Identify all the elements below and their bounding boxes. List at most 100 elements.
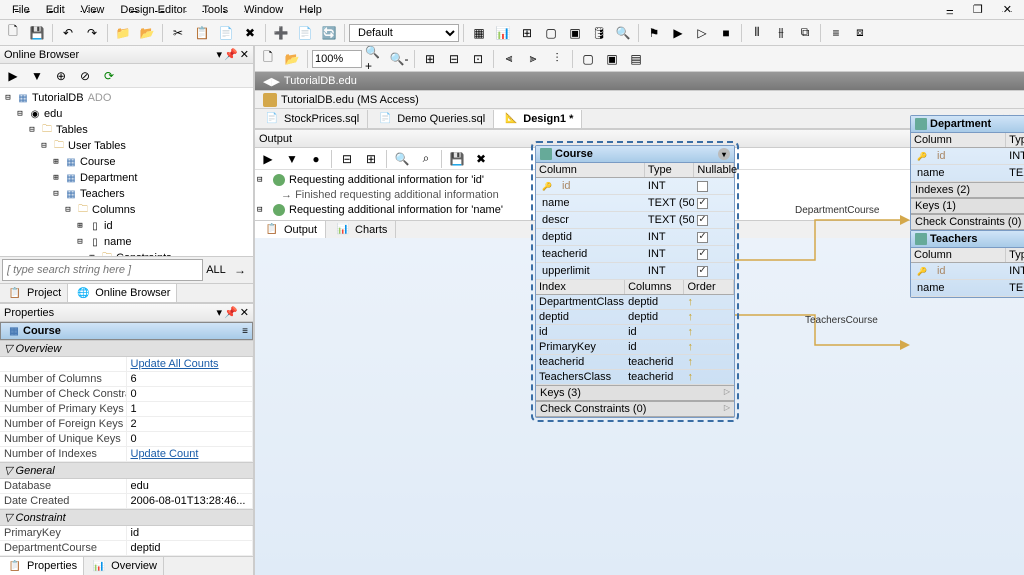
ent3-icon[interactable]: ▤ <box>625 48 647 70</box>
add-icon[interactable]: ➕ <box>270 22 292 44</box>
index-row[interactable]: TeachersClassteacherid↑ <box>536 370 734 385</box>
tab-project[interactable]: 📋Project <box>0 284 68 302</box>
search-next-icon[interactable]: → <box>229 259 251 281</box>
cascade-icon[interactable]: ⧈ <box>849 22 871 44</box>
column-row[interactable]: deptidINT <box>536 229 734 246</box>
box2-icon[interactable]: ▣ <box>564 22 586 44</box>
filetab-design[interactable]: 📐Design1 * <box>494 110 582 128</box>
entity-dept-title[interactable]: Department▾ <box>911 116 1024 133</box>
new2-icon[interactable]: 🗋 <box>257 48 279 70</box>
menu-view[interactable]: View <box>73 2 113 18</box>
align-r-icon[interactable]: ⫸ <box>522 48 544 70</box>
dept-chk[interactable]: Check Constraints (0)▷ <box>911 214 1024 230</box>
nullable-checkbox[interactable] <box>697 181 708 192</box>
layout-combo[interactable]: Default <box>349 24 459 42</box>
dept-idx[interactable]: Indexes (2)▷ <box>911 182 1024 198</box>
section-overview[interactable]: ▽ Overview <box>0 340 253 357</box>
fav-icon[interactable]: ⊘ <box>74 65 96 87</box>
course-keys[interactable]: Keys (3)▷ <box>536 385 734 401</box>
minimize-panel-icon[interactable]: 📌 <box>224 48 238 61</box>
tree-teachers[interactable]: ⊟▦Teachers <box>2 186 251 202</box>
tree-tables[interactable]: ⊟🗀Tables <box>2 122 251 138</box>
align1-icon[interactable]: ⫴ <box>746 22 768 44</box>
play-icon[interactable]: ▷ <box>691 22 713 44</box>
ent1-icon[interactable]: ▢ <box>577 48 599 70</box>
filter-icon[interactable]: ▼ <box>26 65 48 87</box>
collapse-all-icon[interactable]: ⊟ <box>336 148 358 170</box>
search-input[interactable] <box>2 259 203 281</box>
menu-window[interactable]: Window <box>236 2 291 18</box>
dept-keys[interactable]: Keys (1)▷ <box>911 198 1024 214</box>
close-icon[interactable]: ✕ <box>995 1 1020 18</box>
entity-course[interactable]: Course▾ ColumnTypeNullable 🔑idINTnameTEX… <box>535 145 735 418</box>
new-icon[interactable]: 🗋 <box>2 22 24 44</box>
layout1-icon[interactable]: ⊞ <box>419 48 441 70</box>
column-row[interactable]: nameTEXT (50) <box>911 280 1024 297</box>
dot-icon[interactable]: ● <box>305 148 327 170</box>
entity-teachers[interactable]: Teachers▾ ColumnTypeNullable 🔑idINTnameT… <box>910 230 1024 298</box>
nav-back-icon[interactable]: ▶ <box>2 65 24 87</box>
props-menu-icon[interactable]: ≡ <box>242 326 248 337</box>
sort-icon[interactable]: ⊕ <box>50 65 72 87</box>
pin-icon[interactable]: ▾ <box>217 48 223 61</box>
flag-icon[interactable]: ⚑ <box>643 22 665 44</box>
find-icon[interactable]: 🔍 <box>391 148 413 170</box>
update-count-link[interactable]: Update Count <box>127 447 254 462</box>
collapse-icon[interactable]: ▾ <box>718 148 730 160</box>
query-icon[interactable]: 🔍 <box>612 22 634 44</box>
tree-id[interactable]: ⊞▯id <box>2 218 251 234</box>
column-row[interactable]: nameTEXT (50) <box>911 165 1024 182</box>
tree-edu[interactable]: ⊟◉edu <box>2 106 251 122</box>
box1-icon[interactable]: ▢ <box>540 22 562 44</box>
browser-tree[interactable]: ⊟▦TutorialDB ADO ⊟◉edu ⊟🗀Tables ⊟🗀User T… <box>0 88 253 256</box>
layout2-icon[interactable]: ⊟ <box>443 48 465 70</box>
grid-icon[interactable]: ▦ <box>468 22 490 44</box>
index-row[interactable]: deptiddeptid↑ <box>536 310 734 325</box>
cut-icon[interactable]: ✂ <box>167 22 189 44</box>
menu-design[interactable]: Design Editor <box>112 2 194 18</box>
folder-icon[interactable]: 📁 <box>112 22 134 44</box>
tree-root[interactable]: ⊟▦TutorialDB ADO <box>2 90 251 106</box>
zoomout-icon[interactable]: 🔍- <box>388 48 410 70</box>
index-row[interactable]: DepartmentClassdeptid↑ <box>536 295 734 310</box>
tab-online[interactable]: 🌐Online Browser <box>68 284 177 302</box>
search-clear-icon[interactable]: ALL <box>203 259 229 281</box>
column-row[interactable]: nameTEXT (50) <box>536 195 734 212</box>
table-icon[interactable]: ⊞ <box>516 22 538 44</box>
menu-help[interactable]: Help <box>291 2 330 18</box>
breadcrumb-nav-icon[interactable]: ◀▶ <box>263 75 280 88</box>
index-row[interactable]: PrimaryKeyid↑ <box>536 340 734 355</box>
close-panel-icon[interactable]: ✕ <box>240 306 249 319</box>
column-row[interactable]: descrTEXT (50) <box>536 212 734 229</box>
refresh-icon[interactable]: 🔄 <box>318 22 340 44</box>
undo-icon[interactable]: ↶ <box>57 22 79 44</box>
minimize-icon[interactable]: _ <box>939 1 961 18</box>
index-row[interactable]: teacheridteacherid↑ <box>536 355 734 370</box>
tab-output[interactable]: 📋Output <box>255 221 326 238</box>
tree-name[interactable]: ⊟▯name <box>2 234 251 250</box>
zoomin-icon[interactable]: 🔍+ <box>364 48 386 70</box>
column-row[interactable]: 🔑idINT <box>911 263 1024 280</box>
column-row[interactable]: upperlimitINT <box>536 263 734 280</box>
index-row[interactable]: idid↑ <box>536 325 734 340</box>
group-icon[interactable]: ⧉ <box>794 22 816 44</box>
stack-icon[interactable]: ≡ <box>825 22 847 44</box>
ent2-icon[interactable]: ▣ <box>601 48 623 70</box>
minimize-panel-icon[interactable]: 📌 <box>224 306 238 319</box>
step-icon[interactable]: ▶ <box>667 22 689 44</box>
zoom-input[interactable] <box>312 50 362 68</box>
tab-overview[interactable]: 📊Overview <box>84 557 164 575</box>
menu-tools[interactable]: Tools <box>194 2 236 18</box>
expand-icon[interactable]: ▶ <box>257 148 279 170</box>
column-row[interactable]: teacheridINT <box>536 246 734 263</box>
close-panel-icon[interactable]: ✕ <box>240 48 249 61</box>
chart-icon[interactable]: 📊 <box>492 22 514 44</box>
down-icon[interactable]: ▼ <box>281 148 303 170</box>
db-icon[interactable]: 🛢 <box>588 22 610 44</box>
expand-all-icon[interactable]: ⊞ <box>360 148 382 170</box>
save-log-icon[interactable]: 💾 <box>446 148 468 170</box>
save-icon[interactable]: 💾 <box>26 22 48 44</box>
layout3-icon[interactable]: ⊡ <box>467 48 489 70</box>
reload-icon[interactable]: ⟳ <box>98 65 120 87</box>
nullable-checkbox[interactable] <box>697 266 708 277</box>
